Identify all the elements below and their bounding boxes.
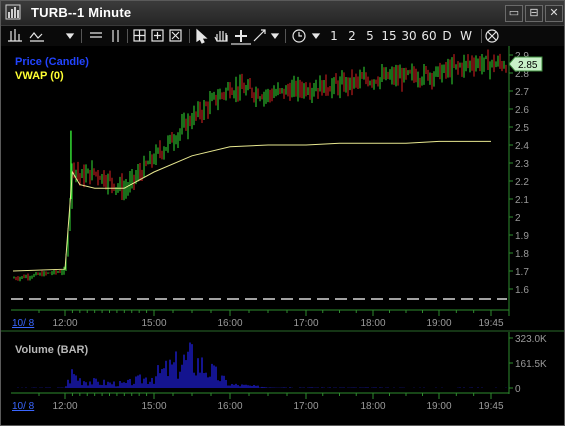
price-x-tick-label: 16:00	[217, 318, 242, 329]
legend-price: Price (Candle)	[15, 56, 89, 68]
price-panel: Price (Candle) VWAP (0) 2.92.82.72.62.52…	[1, 46, 564, 331]
crosshair-icon[interactable]	[235, 30, 247, 42]
volume-x-tick-label: 17:00	[293, 401, 318, 412]
app-chart-icon	[5, 4, 21, 20]
interval-1-button[interactable]: 1	[326, 27, 342, 45]
volume-x-tick-label: 18:00	[360, 401, 385, 412]
zoom-out-icon[interactable]	[169, 29, 182, 42]
dropdown-icon[interactable]	[65, 33, 75, 39]
price-y-tick-label: 1.7	[515, 267, 529, 278]
interval-30-button[interactable]: 30	[400, 27, 418, 45]
price-y-tick-label: 2.4	[515, 141, 529, 152]
interval-15-button[interactable]: 15	[380, 27, 398, 45]
price-x-tick-label: 19:00	[426, 318, 451, 329]
zoom-fit-icon[interactable]	[133, 29, 146, 42]
chart-toolbar: 1 2 5 15 30 60 D W	[1, 25, 564, 47]
zoom-in-icon[interactable]	[151, 29, 164, 42]
volume-y-tick-label: 161.5K	[515, 359, 547, 370]
dropdown-icon[interactable]	[270, 33, 280, 39]
interval-60-button[interactable]: 60	[420, 27, 438, 45]
vlines-icon[interactable]	[112, 30, 119, 42]
price-y-tick-label: 1.8	[515, 249, 529, 260]
price-y-tick-label: 1.6	[515, 285, 529, 296]
minimize-button[interactable]: ▭	[505, 5, 523, 22]
volume-x-tick-label: 19:00	[426, 401, 451, 412]
price-y-tick-label: 2.2	[515, 177, 529, 188]
interval-2-button[interactable]: 2	[344, 27, 360, 45]
title-bar[interactable]: TURB--1 Minute ▭ ⊟ ✕	[1, 1, 564, 25]
volume-y-tick-label: 0	[515, 384, 521, 395]
price-y-tick-label: 2.7	[515, 87, 529, 98]
hand-pan-icon[interactable]	[214, 31, 228, 42]
volume-x-tick-label: 19:45	[478, 401, 503, 412]
price-x-tick-label: 19:45	[478, 318, 503, 329]
price-y-tick-label: 1.9	[515, 231, 529, 242]
hlines-icon[interactable]	[90, 32, 102, 38]
volume-x-tick-label: 15:00	[141, 401, 166, 412]
volume-x-tick-label: 12:00	[52, 401, 77, 412]
price-y-tick-label: 2.1	[515, 195, 529, 206]
interval-w-button[interactable]: W	[457, 27, 475, 45]
interval-d-button[interactable]: D	[440, 27, 454, 45]
toolbar-icons	[8, 28, 499, 45]
price-x-tick-label: 12:00	[52, 318, 77, 329]
price-y-tick-label: 2.6	[515, 105, 529, 116]
volume-y-tick-label: 323.0K	[515, 334, 547, 345]
legend-volume: Volume (BAR)	[15, 344, 88, 356]
chart-area[interactable]: Price (Candle) VWAP (0) 2.92.82.72.62.52…	[1, 46, 564, 425]
volume-x-tick-label: 16:00	[217, 401, 242, 412]
chart-window: TURB--1 Minute ▭ ⊟ ✕ 1 2 5 15 30 60 D W …	[0, 0, 565, 426]
pointer-icon[interactable]	[196, 28, 208, 44]
bar-style-icon[interactable]	[8, 29, 22, 42]
maximize-button[interactable]: ⊟	[525, 5, 543, 22]
price-y-tick-label: 2.5	[515, 123, 529, 134]
legend-vwap: VWAP (0)	[15, 70, 64, 82]
chart-style-icon[interactable]	[29, 32, 44, 42]
clock-icon[interactable]	[292, 29, 306, 43]
dropdown-icon[interactable]	[311, 33, 321, 39]
price-x-tick-label: 15:00	[141, 318, 166, 329]
volume-panel: Volume (BAR) 323.0K 161.5K 0 12:00 15:00 16:…	[11, 332, 547, 412]
window-title: TURB--1 Minute	[31, 5, 132, 20]
volume-date-label: 10/ 8	[12, 401, 35, 412]
price-x-tick-label: 18:00	[360, 318, 385, 329]
price-x-tick-label: 17:00	[293, 318, 318, 329]
close-circle-icon[interactable]	[485, 29, 499, 43]
draw-line-icon[interactable]	[253, 29, 266, 42]
close-button[interactable]: ✕	[545, 5, 563, 22]
price-y-tick-label: 2.3	[515, 159, 529, 170]
price-date-label: 10/ 8	[12, 318, 35, 329]
price-y-tick-label: 2	[515, 213, 521, 224]
interval-5-button[interactable]: 5	[362, 27, 378, 45]
last-price-label: 2.85	[518, 60, 538, 71]
